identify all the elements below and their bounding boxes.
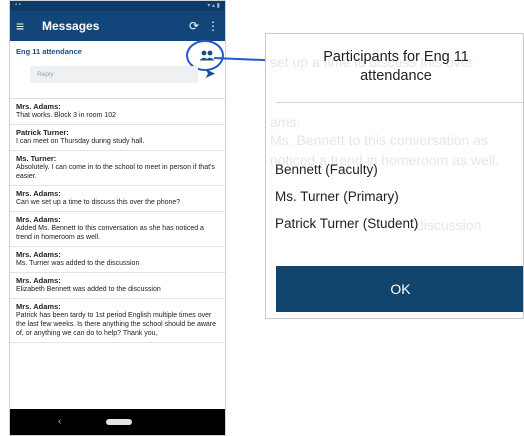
participant-item: Ms. Turner (Primary): [275, 189, 399, 204]
participant-item: Bennett (Faculty): [275, 162, 378, 177]
home-pill[interactable]: [105, 419, 132, 425]
message-text: Ms. Turner was added to the discussion: [16, 260, 140, 267]
background-ghost-text: Ms. Bennett to this conversation as: [270, 132, 488, 148]
people-icon[interactable]: [192, 43, 222, 67]
message-item: Mrs. Adams: Can we set up a time to disc…: [10, 186, 225, 212]
message-sender: Mrs. Adams:: [16, 215, 61, 224]
ok-button[interactable]: OK: [276, 266, 523, 312]
message-sender: Mrs. Adams:: [16, 250, 61, 259]
status-right-icons: ▾ ▴ ▮: [207, 3, 220, 9]
message-item: Mrs. Adams: Added Ms. Bennett to this co…: [10, 212, 225, 247]
message-sender: Mrs. Adams:: [16, 189, 61, 198]
dialog-title: Participants for Eng 11 attendance: [323, 49, 469, 84]
send-icon[interactable]: ➤: [204, 65, 216, 82]
app-bar: ≡ Messages ⟳ ⋮: [10, 11, 225, 41]
message-list[interactable]: Mrs. Adams: That works. Block 3 in room …: [10, 99, 225, 411]
message-item: Patrick Turner: I can meet on Thursday d…: [10, 125, 225, 151]
menu-icon[interactable]: ≡: [16, 18, 36, 34]
participants-dialog: set up a time to discuss this over ams: …: [265, 33, 524, 319]
status-bar: ▪ ▪ ▾ ▴ ▮: [10, 1, 225, 11]
message-text: Elizabeth Bennett was added to the discu…: [16, 286, 161, 293]
background-ghost-text: ams:: [270, 114, 301, 130]
status-left-icons: ▪ ▪: [15, 2, 21, 8]
message-item: Mrs. Adams: Ms. Turner was added to the …: [10, 247, 225, 273]
more-vert-icon[interactable]: ⋮: [207, 19, 219, 33]
phone-screen: ▪ ▪ ▾ ▴ ▮ ≡ Messages ⟳ ⋮ Eng 11 attendan…: [9, 0, 226, 436]
stage: ▪ ▪ ▾ ▴ ▮ ≡ Messages ⟳ ⋮ Eng 11 attendan…: [0, 0, 524, 436]
refresh-icon[interactable]: ⟳: [189, 19, 199, 33]
participant-item: Patrick Turner (Student): [275, 216, 419, 231]
message-sender: Mrs. Adams:: [16, 102, 61, 111]
message-sender: Mrs. Adams:: [16, 276, 61, 285]
back-icon[interactable]: ‹: [58, 416, 61, 427]
dialog-divider: [276, 102, 523, 103]
message-sender: Mrs. Adams:: [16, 302, 61, 311]
message-sender: Patrick Turner:: [16, 128, 69, 137]
message-text: I can meet on Thursday during study hall…: [16, 138, 145, 145]
reply-input[interactable]: Reply: [30, 66, 198, 83]
background-ghost-text: discussion: [416, 217, 482, 233]
message-text: Patrick has been tardy to 1st period Eng…: [16, 312, 217, 337]
message-text: Can we set up a time to discuss this ove…: [16, 199, 181, 206]
android-nav-bar: ‹: [10, 409, 225, 435]
message-item: Ms. Turner: Absolutely. I can come in to…: [10, 151, 225, 186]
message-sender: Ms. Turner:: [16, 154, 57, 163]
message-item: Mrs. Adams: Patrick has been tardy to 1s…: [10, 299, 225, 343]
message-text: Absolutely. I can come in to the school …: [16, 164, 215, 180]
message-text: That works. Block 3 in room 102: [16, 112, 116, 119]
conversation-header: Eng 11 attendance Reply ➤: [10, 40, 225, 99]
message-item: Mrs. Adams: Elizabeth Bennett was added …: [10, 273, 225, 299]
conversation-title: Eng 11 attendance: [16, 47, 82, 56]
people-icon-svg: [199, 50, 215, 60]
message-text: Added Ms. Bennett to this conversation a…: [16, 225, 204, 241]
app-title: Messages: [42, 19, 100, 33]
message-item: Mrs. Adams: That works. Block 3 in room …: [10, 99, 225, 125]
